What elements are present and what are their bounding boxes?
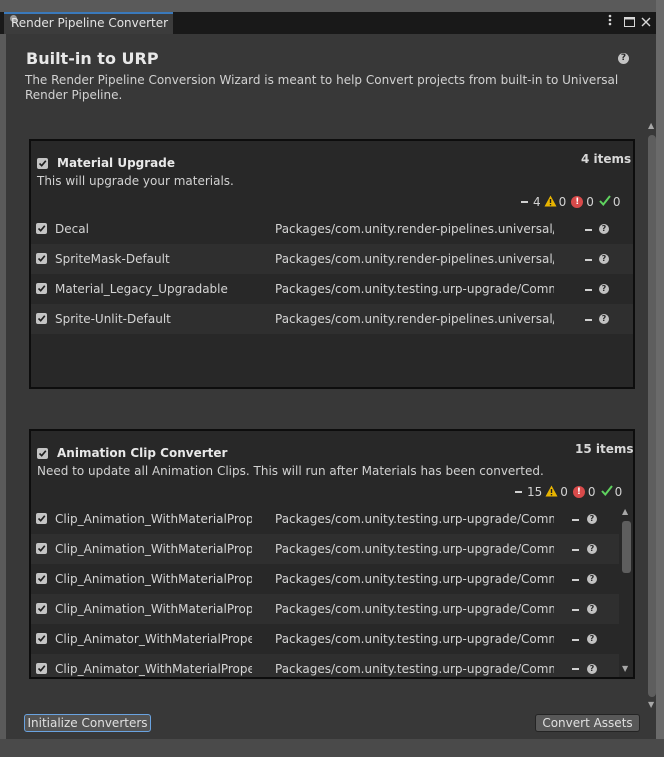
item-path: Packages/com.unity.testing.urp-upgrade/C… [275, 632, 554, 646]
initialize-converters-button[interactable]: Initialize Converters [24, 714, 151, 732]
section-item-count: 15 items [575, 442, 634, 456]
item-status-pending-icon [572, 549, 579, 551]
window-tab-title: Render Pipeline Converter [11, 16, 169, 30]
item-name: Clip_Animator_WithMaterialProperties [55, 632, 252, 646]
item-name: SpriteMask-Default [55, 252, 170, 266]
item-help-icon[interactable]: ? [599, 224, 609, 234]
warning-icon [545, 485, 558, 500]
success-icon [599, 195, 611, 209]
item-help-icon[interactable]: ? [587, 544, 597, 554]
item-name: Material_Legacy_Upgradable [55, 282, 228, 296]
item-help-icon[interactable]: ? [599, 314, 609, 324]
warning-icon [544, 195, 557, 210]
item-name: Sprite-Unlit-Default [55, 312, 171, 326]
item-status-pending-icon [572, 579, 579, 581]
maximize-icon[interactable] [624, 16, 635, 32]
background-editor-strip [656, 0, 664, 757]
pending-count: 15 [527, 485, 543, 499]
item-name: Clip_Animation_WithMaterialProperties [55, 512, 252, 526]
item-checkbox[interactable] [36, 603, 47, 614]
item-help-icon[interactable]: ? [599, 254, 609, 264]
close-icon[interactable] [641, 16, 651, 32]
pending-icon [515, 491, 522, 493]
item-checkbox[interactable] [36, 253, 47, 264]
error-count: 0 [586, 195, 594, 209]
item-checkbox[interactable] [36, 313, 47, 324]
list-scroll-down-arrow-icon[interactable]: ▼ [622, 665, 628, 673]
item-status-pending-icon [572, 639, 579, 641]
warning-count: 0 [558, 195, 567, 209]
help-icon[interactable]: ? [618, 53, 629, 64]
page-title: Built-in to URP [26, 49, 159, 68]
item-path: Packages/com.unity.testing.urp-upgrade/C… [275, 542, 554, 556]
item-name: Decal [55, 222, 89, 236]
item-help-icon[interactable]: ? [587, 514, 597, 524]
item-path: Packages/com.unity.testing.urp-upgrade/C… [275, 512, 554, 526]
success-count: 0 [612, 195, 621, 209]
section-item-count: 4 items [581, 152, 632, 166]
item-path: Packages/com.unity.render-pipelines.univ… [275, 312, 554, 326]
item-checkbox[interactable] [36, 543, 47, 554]
item-status-pending-icon [572, 668, 579, 670]
section-description: This will upgrade your materials. [37, 174, 234, 188]
item-help-icon[interactable]: ? [599, 284, 609, 294]
error-count: 0 [587, 485, 596, 499]
item-help-icon[interactable]: ? [587, 664, 597, 674]
item-checkbox[interactable] [36, 663, 47, 674]
item-checkbox[interactable] [36, 633, 47, 644]
scroll-up-arrow-icon[interactable]: ▲ [648, 122, 654, 130]
kebab-menu-icon[interactable] [608, 14, 612, 31]
item-path: Packages/com.unity.render-pipelines.univ… [275, 252, 554, 266]
item-status-pending-icon [572, 519, 579, 521]
item-checkbox[interactable] [36, 513, 47, 524]
pending-icon [521, 201, 528, 203]
section-status-summary: 15 0 ! 0 0 [515, 484, 622, 500]
error-icon: ! [572, 486, 585, 498]
item-name: Clip_Animation_WithMaterialProperties [55, 542, 252, 556]
item-help-icon[interactable]: ? [587, 634, 597, 644]
item-status-pending-icon [585, 289, 592, 291]
section-status-summary: 4 0 ! 0 0 [521, 194, 621, 210]
item-status-pending-icon [585, 319, 592, 321]
item-checkbox[interactable] [36, 283, 47, 294]
item-path: Packages/com.unity.testing.urp-upgrade/C… [275, 602, 554, 616]
success-icon [600, 485, 613, 499]
item-checkbox[interactable] [36, 573, 47, 584]
item-path: Packages/com.unity.testing.urp-upgrade/C… [275, 662, 554, 676]
item-path: Packages/com.unity.testing.urp-upgrade/C… [275, 572, 554, 586]
item-name: Clip_Animator_WithMaterialProperties [55, 662, 252, 676]
item-checkbox[interactable] [36, 223, 47, 234]
list-scroll-up-arrow-icon[interactable]: ▲ [622, 508, 628, 516]
item-status-pending-icon [585, 229, 592, 231]
item-name: Clip_Animation_WithMaterialProperties [55, 572, 252, 586]
page-description: The Render Pipeline Conversion Wizard is… [25, 73, 619, 102]
error-icon: ! [571, 196, 584, 208]
scroll-down-arrow-icon[interactable]: ▼ [648, 701, 654, 709]
list-scrollbar-thumb[interactable] [622, 521, 631, 573]
item-path: Packages/com.unity.render-pipelines.univ… [275, 222, 554, 236]
success-count: 0 [614, 485, 623, 499]
item-name: Clip_Animation_WithMaterialProperties [55, 602, 252, 616]
item-path: Packages/com.unity.testing.urp-upgrade/C… [275, 282, 554, 296]
section-description: Need to update all Animation Clips. This… [37, 464, 544, 478]
item-status-pending-icon [585, 259, 592, 261]
section-checkbox[interactable] [37, 158, 48, 169]
convert-assets-button[interactable]: Convert Assets [535, 714, 640, 732]
item-help-icon[interactable]: ? [587, 604, 597, 614]
warning-count: 0 [560, 485, 568, 499]
background-editor-bottom [0, 739, 664, 757]
section-checkbox[interactable] [37, 448, 48, 459]
section-title: Animation Clip Converter [57, 446, 228, 460]
pending-count: 4 [533, 195, 541, 209]
outer-scrollbar-thumb[interactable] [648, 135, 656, 697]
section-title: Material Upgrade [57, 156, 176, 170]
item-help-icon[interactable]: ? [587, 574, 597, 584]
item-status-pending-icon [572, 609, 579, 611]
